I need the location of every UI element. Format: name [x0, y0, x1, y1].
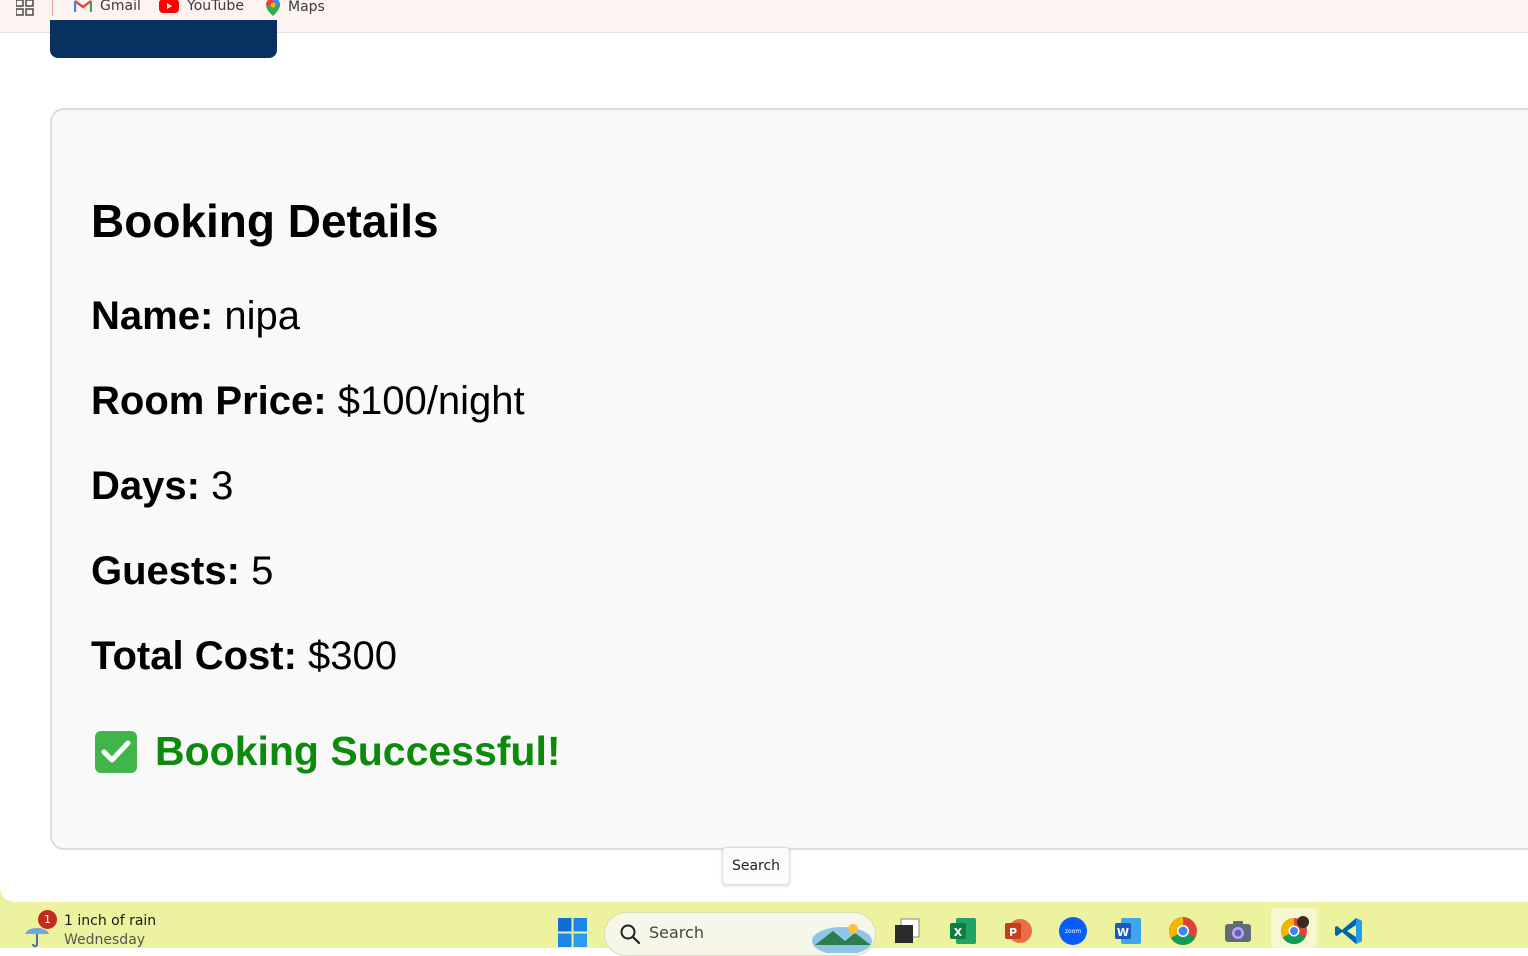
word-icon[interactable]: W [1113, 916, 1143, 946]
booking-price-row: Room Price: $100/night [91, 379, 525, 424]
price-value: $100/night [337, 379, 525, 423]
powerpoint-icon[interactable]: P [1003, 916, 1033, 946]
guests-label: Guests: [91, 549, 240, 593]
total-label: Total Cost: [91, 634, 297, 678]
booking-guests-row: Guests: 5 [91, 549, 273, 594]
booking-name-row: Name: nipa [91, 294, 300, 339]
bookmark-gmail-label: Gmail [100, 0, 141, 14]
zoom-icon[interactable]: zoom [1058, 916, 1088, 946]
bookmark-maps[interactable]: Maps [266, 0, 325, 16]
bookmark-gmail[interactable]: Gmail [74, 0, 141, 14]
svg-text:W: W [1117, 926, 1129, 939]
booking-days-row: Days: 3 [91, 464, 233, 509]
chrome-profile-icon[interactable] [1279, 916, 1309, 946]
search-placeholder: Search [649, 923, 704, 942]
search-tooltip: Search [722, 847, 790, 885]
file-explorer-icon[interactable] [893, 916, 923, 946]
name-value: nipa [224, 294, 301, 338]
booking-total-row: Total Cost: $300 [91, 634, 397, 679]
days-label: Days: [91, 464, 200, 508]
search-icon [620, 924, 641, 945]
check-mark-icon [95, 730, 137, 773]
svg-text:P: P [1009, 926, 1017, 939]
svg-text:zoom: zoom [1065, 928, 1081, 935]
vscode-icon[interactable] [1334, 916, 1364, 946]
success-message: Booking Successful! [95, 728, 561, 775]
nav-button[interactable] [50, 20, 277, 58]
gmail-icon [74, 0, 92, 12]
svg-text:X: X [954, 926, 963, 939]
name-label: Name: [91, 294, 214, 338]
total-value: $300 [308, 634, 398, 678]
notification-badge: 1 [38, 910, 57, 929]
price-label: Room Price: [91, 379, 327, 423]
page-corner [0, 882, 20, 902]
youtube-icon [159, 0, 179, 13]
bookmarks-divider [52, 0, 53, 16]
apps-grid-icon[interactable] [16, 0, 34, 16]
success-text: Booking Successful! [155, 728, 561, 774]
excel-icon[interactable]: X [948, 916, 978, 946]
weather-widget[interactable]: 1 1 inch of rain Wednesday [22, 910, 222, 948]
bookmark-maps-label: Maps [288, 0, 325, 15]
camera-icon[interactable] [1223, 916, 1253, 946]
guests-value: 5 [251, 549, 274, 593]
page-title: Booking Details [91, 195, 439, 247]
days-value: 3 [211, 464, 234, 508]
windows-start-icon[interactable] [558, 918, 587, 947]
chrome-icon[interactable] [1168, 916, 1198, 946]
weather-condition: 1 inch of rain [64, 913, 157, 929]
booking-details-card: Booking Details Name: nipa Room Price: $… [50, 108, 1528, 850]
bookmark-youtube[interactable]: YouTube [159, 0, 244, 14]
taskbar-search[interactable]: Search [604, 912, 876, 956]
maps-pin-icon [266, 0, 280, 16]
bookmark-youtube-label: YouTube [187, 0, 244, 14]
weather-day: Wednesday [64, 932, 146, 948]
taskbar: 1 1 inch of rain Wednesday Search X P zo… [0, 902, 1528, 956]
